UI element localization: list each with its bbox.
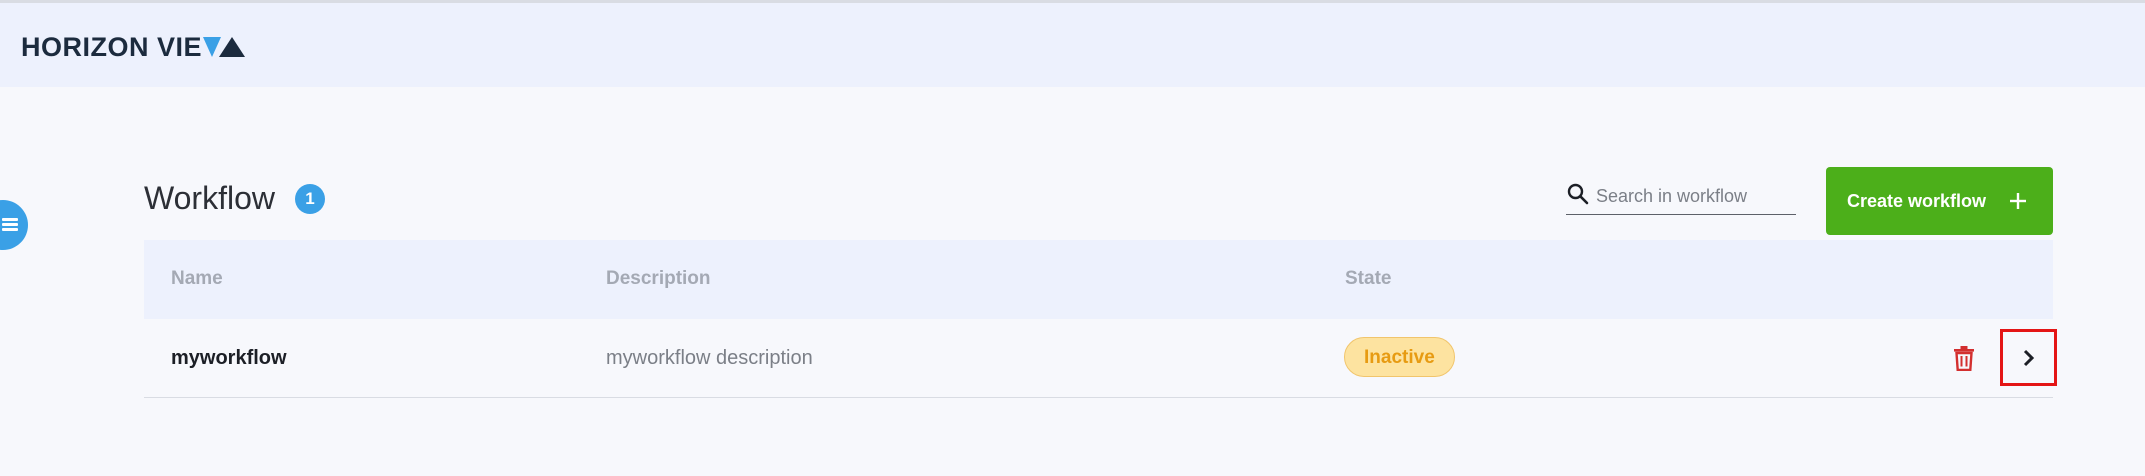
horizon-view-logo[interactable]: HORIZON VIE — [21, 29, 246, 65]
logo-text: HORIZON VIE — [21, 31, 203, 62]
workflow-description: myworkflow description — [606, 347, 813, 369]
column-header-description[interactable]: Description — [606, 268, 711, 290]
table-header: Name Description State — [144, 240, 2053, 319]
search-field[interactable] — [1566, 180, 1796, 215]
create-workflow-label: Create workflow — [1847, 191, 1987, 211]
triangle-logo-icon — [203, 37, 246, 57]
page-title: Workflow — [144, 180, 275, 216]
workflow-name[interactable]: myworkflow — [171, 347, 287, 370]
sidebar-toggle-button[interactable] — [0, 200, 28, 250]
search-input[interactable] — [1596, 180, 1791, 212]
state-badge: Inactive — [1344, 337, 1455, 377]
table-row[interactable]: myworkflow myworkflow description Inacti… — [144, 319, 2057, 398]
hamburger-menu-icon — [2, 218, 18, 232]
workflow-table: Name Description State myworkflow mywork… — [144, 240, 2057, 398]
workflow-count-badge: 1 — [295, 184, 325, 214]
search-icon — [1567, 183, 1589, 205]
column-header-state[interactable]: State — [1345, 268, 1391, 290]
column-header-name[interactable]: Name — [171, 268, 223, 290]
create-workflow-button[interactable]: Create workflow — [1826, 167, 2053, 235]
plus-icon — [2010, 193, 2026, 209]
chevron-right-icon — [2023, 349, 2035, 367]
open-workflow-button[interactable] — [2000, 329, 2057, 386]
trash-icon[interactable] — [1952, 345, 1976, 371]
top-bar: HORIZON VIE — [0, 0, 2145, 87]
